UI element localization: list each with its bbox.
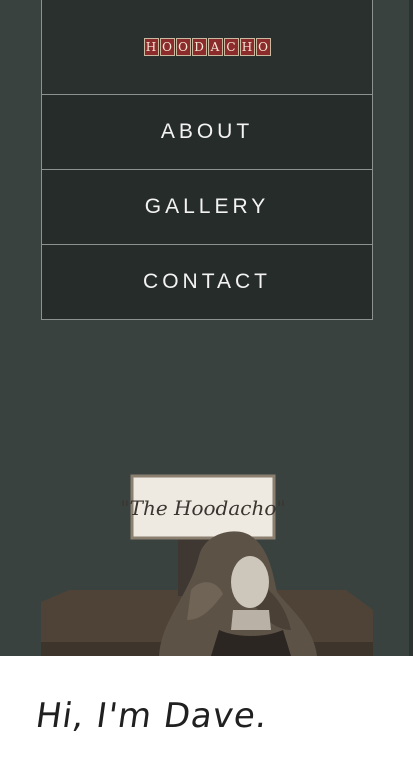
nav-contact[interactable]: CONTACT	[41, 245, 373, 320]
nav-about[interactable]: ABOUT	[41, 95, 373, 170]
intro-heading: Hi, I'm Dave.	[33, 696, 271, 736]
logo-letter: H	[143, 38, 159, 56]
logo-letter: O	[159, 38, 175, 56]
hero-image: "The Hoodacho"	[41, 474, 373, 656]
mannequin-head	[231, 556, 269, 608]
logo-letter: C	[223, 38, 239, 56]
nav-menu: H O O D A C H O ABOUT GALLERY CONTACT	[41, 0, 373, 320]
page-edge	[409, 0, 413, 656]
logo-letter: O	[255, 38, 271, 56]
logo-letter: H	[239, 38, 255, 56]
hero-sign-text: "The Hoodacho"	[120, 496, 285, 520]
logo-link[interactable]: H O O D A C H O	[41, 0, 373, 95]
logo-letter: D	[191, 38, 207, 56]
nav-gallery[interactable]: GALLERY	[41, 170, 373, 245]
site-logo: H O O D A C H O	[143, 38, 271, 56]
logo-letter: A	[207, 38, 223, 56]
logo-letter: O	[175, 38, 191, 56]
